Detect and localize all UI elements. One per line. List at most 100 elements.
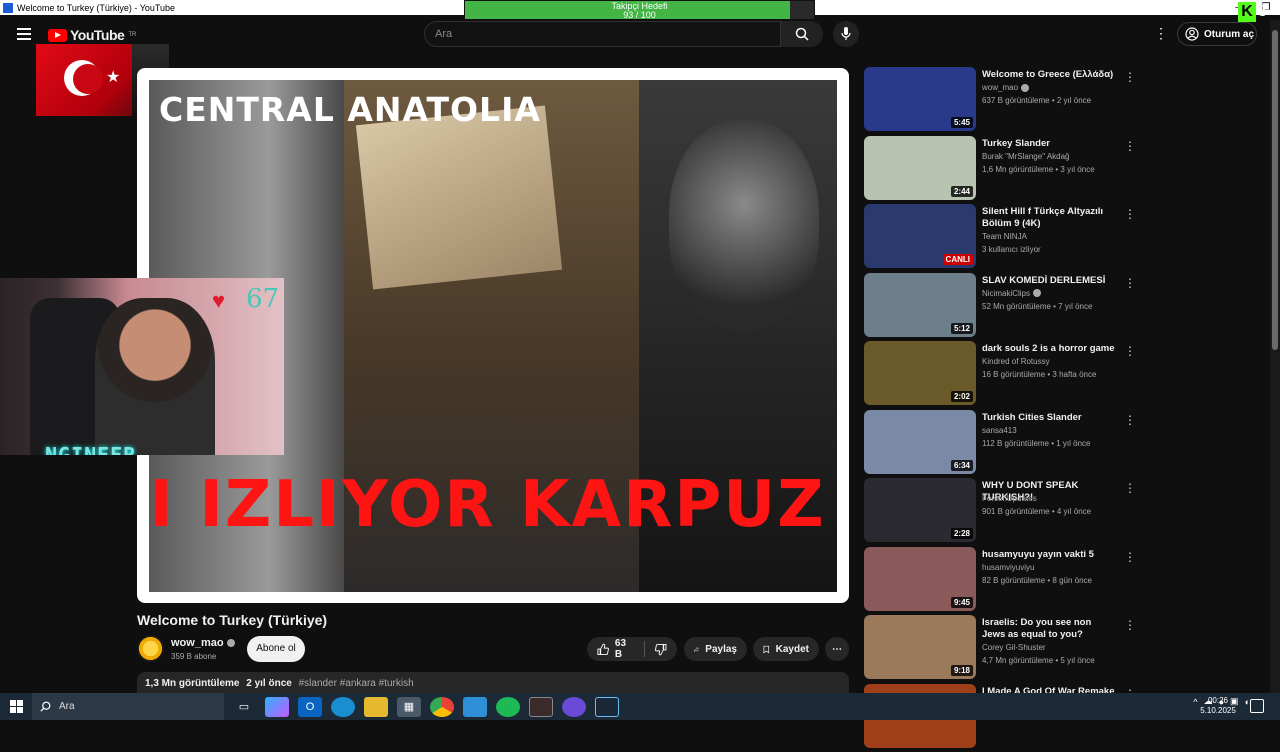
steam-icon[interactable] bbox=[595, 697, 619, 717]
channel-avatar[interactable] bbox=[137, 635, 164, 662]
recommendation-channel-name: Team NINJA bbox=[982, 232, 1027, 241]
like-count[interactable]: 63 B bbox=[615, 638, 634, 660]
copilot-icon[interactable] bbox=[265, 697, 289, 717]
recommendation-thumbnail[interactable]: 9:18 bbox=[864, 615, 976, 679]
discord-icon[interactable] bbox=[562, 697, 586, 717]
file-explorer-icon[interactable] bbox=[364, 697, 388, 717]
recommendation-item[interactable]: 2:44 Turkey Slander Burak "MrSlange" Akdağ… bbox=[864, 136, 1139, 205]
recommendation-meta: 4,7 Mn görüntüleme • 5 yıl önce bbox=[982, 655, 1122, 666]
recommendation-channel[interactable]: NicimakiClips bbox=[982, 288, 1122, 299]
recommendation-channel[interactable]: Kindred of Rotussy bbox=[982, 356, 1122, 367]
recommendation-menu-icon[interactable]: ⋮ bbox=[1124, 413, 1136, 427]
search-icon bbox=[795, 27, 809, 41]
recommendation-meta: 52 Mn görüntüleme • 7 yıl önce bbox=[982, 301, 1122, 312]
taskbar-search[interactable]: Ara bbox=[32, 693, 224, 720]
recommendation-menu-icon[interactable]: ⋮ bbox=[1124, 550, 1136, 564]
more-actions-button[interactable]: ⋯ bbox=[825, 637, 849, 661]
recommendation-menu-icon[interactable]: ⋮ bbox=[1124, 344, 1136, 358]
task-view-icon[interactable]: ▭ bbox=[232, 697, 256, 717]
duration-badge: 6:34 bbox=[951, 460, 973, 471]
recommendation-item[interactable]: CANLI Silent Hill f Türkçe Altyazılı Bölü… bbox=[864, 204, 1139, 273]
frame-caption-top: CENTRAL ANATOLIA bbox=[159, 90, 541, 129]
recommendation-item[interactable]: 2:02 dark souls 2 is a horror gameKindred… bbox=[864, 341, 1139, 410]
recommendation-item[interactable]: 2:28WHY U DONT SPEAK TURKISH?!ForsenUpda… bbox=[864, 478, 1139, 547]
recommendation-thumbnail[interactable]: 2:02 bbox=[864, 341, 976, 405]
recommendation-channel[interactable]: Burak "MrSlange" Akdağ bbox=[982, 151, 1122, 162]
recommendation-channel-name: Burak "MrSlange" Akdağ bbox=[982, 152, 1070, 161]
tray-chevron-icon[interactable]: ^ bbox=[1193, 697, 1197, 707]
recommendation-item[interactable]: 5:45Welcome to Greece (Ελλάδα)wow_mao637… bbox=[864, 67, 1139, 136]
hamburger-menu-icon[interactable] bbox=[17, 28, 31, 40]
recommendation-menu-icon[interactable]: ⋮ bbox=[1124, 139, 1136, 153]
recommendation-channel[interactable]: wow_mao bbox=[982, 82, 1122, 93]
recommendation-meta: 3 kullanıcı izliyor bbox=[982, 244, 1122, 255]
recommendation-thumbnail[interactable]: 2:28 bbox=[864, 478, 976, 542]
recommendation-item[interactable]: 6:34Turkish Cities Slandersansa413112 B … bbox=[864, 410, 1139, 479]
sign-in-button[interactable]: Oturum aç bbox=[1177, 22, 1257, 46]
search-input[interactable]: Ara bbox=[424, 21, 781, 47]
hashtags[interactable]: #slander #ankara #turkish bbox=[299, 678, 414, 689]
recommendation-title[interactable]: Welcome to Greece (Ελλάδα) bbox=[982, 69, 1117, 81]
recommendation-menu-icon[interactable]: ⋮ bbox=[1124, 70, 1136, 84]
recommendation-channel[interactable]: ForsenUpdates bbox=[982, 493, 1122, 504]
recommendation-title[interactable]: SLAV KOMEDİ DERLEMESİ bbox=[982, 275, 1117, 287]
recommendation-title[interactable]: husamyuyu yayın vakti 5 bbox=[982, 549, 1117, 561]
channel-name[interactable]: wow_mao bbox=[171, 637, 235, 649]
recommendation-title[interactable]: Silent Hill f Türkçe Altyazılı Bölüm 9 (… bbox=[982, 206, 1117, 230]
recommendation-thumbnail[interactable]: CANLI bbox=[864, 204, 976, 268]
streamer-figure bbox=[95, 298, 215, 455]
chrome-icon[interactable] bbox=[430, 697, 454, 717]
search-button[interactable] bbox=[781, 21, 823, 47]
recommendation-channel[interactable]: sansa413 bbox=[982, 425, 1122, 436]
recommendation-channel[interactable]: Corey Gil-Shuster bbox=[982, 642, 1122, 653]
settings-kebab-icon[interactable]: ⋮ bbox=[1154, 26, 1168, 40]
recommendation-item[interactable]: 9:18Israelis: Do you see non Jews as equ… bbox=[864, 615, 1139, 684]
save-button[interactable]: Kaydet bbox=[753, 637, 819, 661]
recommendation-item[interactable]: 5:12 SLAV KOMEDİ DERLEMESİ NicimakiClips 52… bbox=[864, 273, 1139, 342]
taskbar-clock[interactable]: 00:26 5.10.2025 bbox=[1198, 696, 1238, 716]
recommendation-thumbnail[interactable]: 6:34 bbox=[864, 410, 976, 474]
recommendation-channel-name: NicimakiClips bbox=[982, 289, 1030, 298]
notification-icon[interactable] bbox=[1250, 699, 1264, 713]
youtube-logo[interactable]: YouTube TR bbox=[48, 27, 136, 43]
outlook-icon[interactable]: O bbox=[298, 697, 322, 717]
recommendation-menu-icon[interactable]: ⋮ bbox=[1124, 481, 1136, 495]
recommendation-channel[interactable]: Team NINJA bbox=[982, 231, 1122, 242]
verified-icon bbox=[1021, 84, 1029, 92]
recommendation-menu-icon[interactable]: ⋮ bbox=[1124, 207, 1136, 221]
clock-time: 00:26 bbox=[1198, 696, 1238, 706]
app-icon[interactable] bbox=[463, 697, 487, 717]
share-label: Paylaş bbox=[705, 644, 737, 655]
recommendation-menu-icon[interactable]: ⋮ bbox=[1124, 618, 1136, 632]
spotify-icon[interactable] bbox=[496, 697, 520, 717]
recommendation-channel-name: husamviyuviyu bbox=[982, 563, 1034, 572]
recommendation-thumbnail[interactable]: 5:12 bbox=[864, 273, 976, 337]
scrollbar-thumb[interactable] bbox=[1272, 30, 1278, 350]
share-button[interactable]: Paylaş bbox=[684, 637, 747, 661]
recommendation-title[interactable]: dark souls 2 is a horror game bbox=[982, 343, 1117, 355]
store-icon[interactable]: ▦ bbox=[397, 697, 421, 717]
page-scrollbar[interactable] bbox=[1270, 20, 1280, 693]
thumbs-up-icon[interactable] bbox=[597, 643, 609, 656]
recommendation-menu-icon[interactable]: ⋮ bbox=[1124, 276, 1136, 290]
recommendation-meta: 901 B görüntüleme • 4 yıl önce bbox=[982, 506, 1122, 517]
start-button[interactable] bbox=[0, 693, 32, 720]
video-title: Welcome to Turkey (Türkiye) bbox=[137, 612, 327, 628]
recommendation-title[interactable]: Turkey Slander bbox=[982, 138, 1117, 150]
recommendation-thumbnail[interactable]: 9:45 bbox=[864, 547, 976, 611]
subscribe-button[interactable]: Abone ol bbox=[247, 636, 305, 662]
recommendation-thumbnail[interactable]: 2:44 bbox=[864, 136, 976, 200]
recommendation-channel[interactable]: husamviyuviyu bbox=[982, 562, 1122, 573]
kick-viewer-count: 8 bbox=[1258, 3, 1267, 21]
recommendation-meta: 16 B görüntüleme • 3 hafta önce bbox=[982, 369, 1122, 380]
recommendation-meta: 82 B görüntüleme • 8 gün önce bbox=[982, 575, 1122, 586]
recommendation-item[interactable]: 9:45 husamyuyu yayın vakti 5 husamviyuviyu… bbox=[864, 547, 1139, 616]
recommendation-thumbnail[interactable]: 5:45 bbox=[864, 67, 976, 131]
live-badge: CANLI bbox=[943, 254, 973, 265]
thumbs-down-icon[interactable] bbox=[655, 643, 667, 656]
edge-icon[interactable] bbox=[331, 697, 355, 717]
recommendation-title[interactable]: Israelis: Do you see non Jews as equal t… bbox=[982, 617, 1117, 641]
recommendation-title[interactable]: Turkish Cities Slander bbox=[982, 412, 1117, 424]
voice-search-button[interactable] bbox=[833, 21, 859, 47]
obs-icon[interactable] bbox=[529, 697, 553, 717]
